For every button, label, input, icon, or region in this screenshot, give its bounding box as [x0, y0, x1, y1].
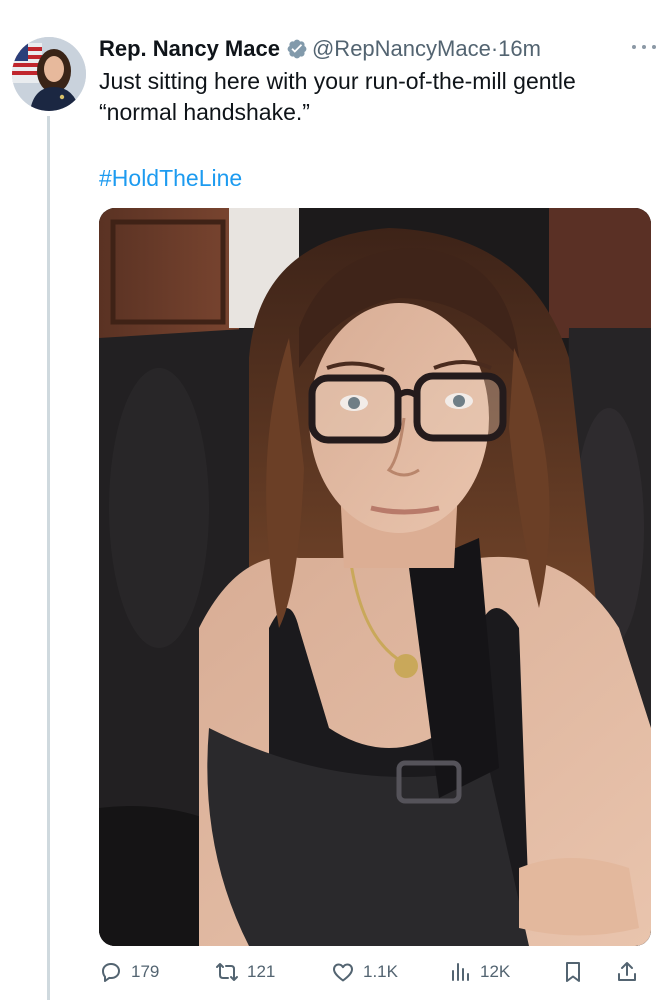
more-dots-icon[interactable] — [631, 38, 657, 56]
bookmark-button[interactable] — [561, 955, 593, 989]
repost-count: 121 — [247, 962, 276, 981]
hashtag-link[interactable]: #HoldTheLine — [99, 163, 242, 194]
heart-icon — [333, 963, 353, 982]
share-icon — [618, 962, 636, 981]
bar-chart-icon — [452, 963, 469, 981]
like-count: 1.1K — [363, 962, 398, 981]
reply-icon — [102, 963, 120, 982]
tweet-header: Rep. Nancy Mace @RepNancyMace·16m — [99, 34, 659, 64]
views-button[interactable]: 12K — [448, 955, 510, 989]
tweet-text: Just sitting here with your run-of-the-m… — [99, 68, 576, 125]
avatar[interactable] — [12, 37, 86, 111]
user-handle[interactable]: @RepNancyMace — [312, 36, 491, 61]
post-timestamp[interactable]: 16m — [498, 36, 541, 61]
share-button[interactable] — [615, 955, 647, 989]
reply-button[interactable]: 179 — [99, 955, 159, 989]
bookmark-icon — [566, 962, 580, 982]
avatar-image — [12, 37, 86, 111]
verified-badge-icon[interactable] — [286, 38, 308, 60]
tweet-photo[interactable] — [99, 208, 651, 946]
selfie-photo-image — [99, 208, 651, 946]
repost-icon — [216, 963, 238, 981]
display-name[interactable]: Rep. Nancy Mace — [99, 36, 280, 61]
thread-connector-line — [47, 116, 50, 1000]
like-button[interactable]: 1.1K — [331, 955, 398, 989]
repost-button[interactable]: 121 — [215, 955, 275, 989]
tweet-action-bar: 179 121 1.1K 12K — [99, 955, 651, 989]
view-count: 12K — [480, 962, 511, 981]
reply-count: 179 — [131, 962, 160, 981]
